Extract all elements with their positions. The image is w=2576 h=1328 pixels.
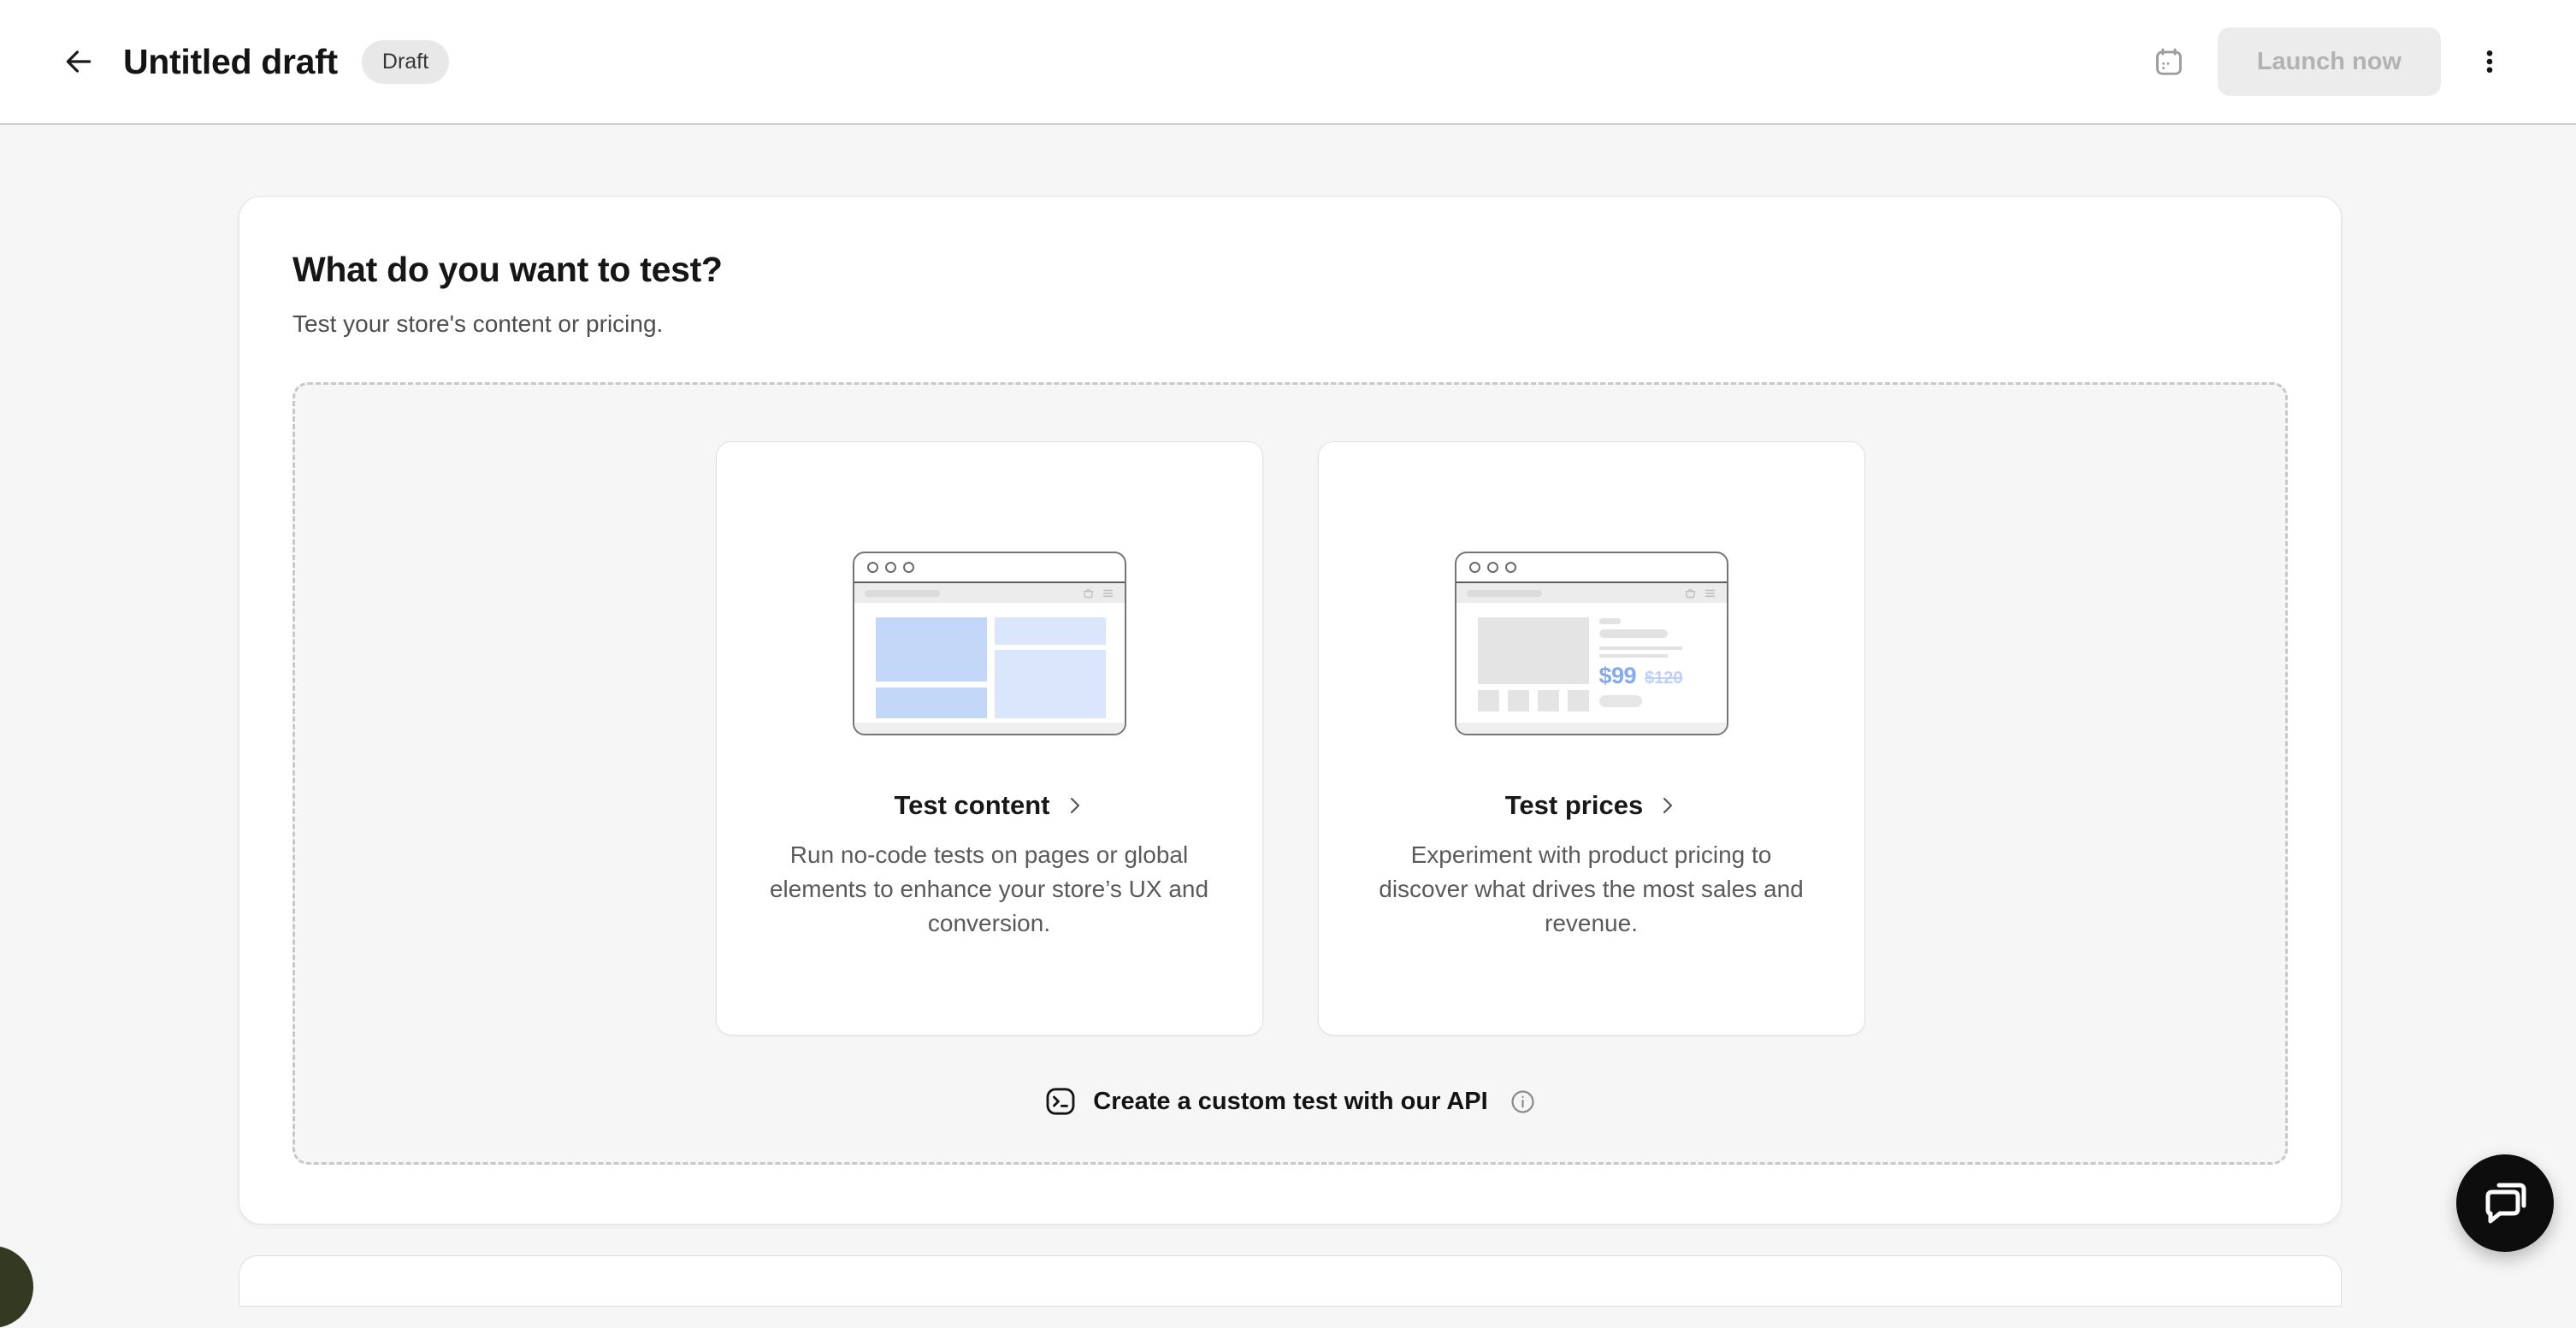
browser-titlebar	[1456, 553, 1727, 583]
option-description: Experiment with product pricing to disco…	[1379, 841, 1804, 936]
window-dot-icon	[902, 562, 914, 573]
text-line-placeholder	[1598, 646, 1682, 650]
calendar-icon	[2155, 48, 2182, 75]
url-placeholder	[864, 589, 940, 597]
back-button[interactable]	[60, 43, 97, 80]
browser-footer	[854, 723, 1125, 734]
api-cta-label: Create a custom test with our API	[1093, 1087, 1488, 1115]
browser-toolbar	[854, 583, 1125, 603]
options-row: Test content Run no-code tests on pages …	[715, 441, 1865, 1036]
page-title: Untitled draft	[123, 41, 338, 81]
option-title-row: Test prices	[1505, 790, 1677, 821]
thumbnail-placeholder	[1507, 690, 1529, 711]
original-price-value: $120	[1645, 669, 1683, 688]
window-dot-icon	[866, 562, 878, 573]
browser-footer	[1456, 723, 1727, 734]
text-line-placeholder	[1598, 654, 1668, 658]
basket-icon	[1083, 588, 1093, 599]
header-bar: Untitled draft Draft Launch now	[0, 0, 2576, 125]
thumbnail-placeholder	[1477, 690, 1499, 711]
text-line-placeholder	[1598, 618, 1621, 624]
window-dot-icon	[884, 562, 896, 573]
card-subheading: Test your store's content or pricing.	[292, 310, 664, 337]
prices-illustration: $99 $120	[1454, 552, 1728, 735]
chevron-right-icon	[1663, 797, 1673, 814]
option-card-test-prices[interactable]: $99 $120 Test prices Experiment with pro…	[1317, 441, 1865, 1036]
option-title-row: Test content	[895, 790, 1084, 821]
test-price-value: $99	[1598, 663, 1637, 688]
card-heading: What do you want to test?	[292, 250, 723, 289]
option-title: Test prices	[1504, 790, 1644, 820]
header-actions: Launch now	[2149, 27, 2509, 96]
price-row: $99 $120	[1599, 663, 1683, 689]
option-title: Test content	[894, 790, 1050, 820]
content-block	[994, 617, 1106, 645]
basket-icon	[1685, 588, 1695, 599]
launch-now-button[interactable]: Launch now	[2217, 27, 2441, 96]
url-placeholder	[1466, 589, 1542, 597]
browser-toolbar	[1456, 583, 1727, 603]
arrow-left-icon	[66, 50, 92, 73]
thumbnail-placeholder	[1567, 690, 1589, 711]
content-block	[875, 688, 987, 718]
buy-button-placeholder	[1598, 695, 1642, 707]
content-illustration	[852, 552, 1126, 735]
window-dot-icon	[1504, 562, 1516, 573]
toolbar-icons	[1684, 587, 1716, 599]
content-block	[875, 617, 987, 682]
corner-logo	[0, 1246, 33, 1328]
text-line-placeholder	[1598, 629, 1668, 638]
option-description: Run no-code tests on pages or global ele…	[769, 841, 1209, 936]
chat-widget-button[interactable]	[2456, 1154, 2554, 1252]
next-section-card	[239, 1255, 2342, 1307]
test-options-zone: Test content Run no-code tests on pages …	[292, 382, 2288, 1165]
hamburger-icon	[1102, 589, 1113, 598]
chevron-right-icon	[1070, 797, 1079, 814]
kebab-menu-icon	[2486, 50, 2493, 74]
test-type-card: What do you want to test? Test your stor…	[239, 196, 2342, 1225]
window-dot-icon	[1468, 562, 1480, 573]
toolbar-icons	[1082, 587, 1114, 599]
schedule-button[interactable]	[2149, 42, 2189, 81]
chat-icon	[2485, 1183, 2526, 1224]
terminal-icon	[1046, 1088, 1075, 1115]
custom-api-test-button[interactable]: Create a custom test with our API	[1038, 1083, 1541, 1119]
window-dot-icon	[1486, 562, 1498, 573]
browser-titlebar	[854, 553, 1125, 583]
info-icon[interactable]	[1509, 1088, 1537, 1116]
product-image-placeholder	[1477, 617, 1589, 684]
option-card-test-content[interactable]: Test content Run no-code tests on pages …	[715, 441, 1263, 1036]
hamburger-icon	[1705, 589, 1715, 598]
content-block	[994, 650, 1106, 718]
status-badge: Draft	[361, 39, 450, 84]
thumbnail-placeholder	[1537, 690, 1559, 711]
more-options-button[interactable]	[2470, 42, 2509, 81]
